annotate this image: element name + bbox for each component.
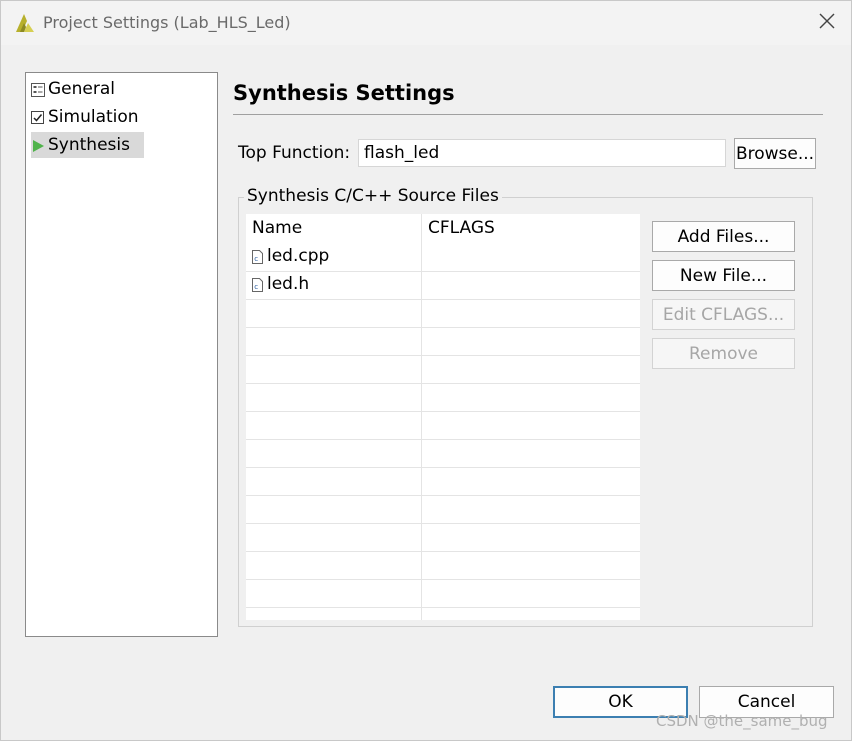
general-settings-icon xyxy=(31,82,45,97)
nav-item-label: Simulation xyxy=(48,107,139,127)
page-title: Synthesis Settings xyxy=(233,81,455,105)
settings-category-list: General Simulation Synthesis xyxy=(25,72,218,637)
project-settings-dialog: Project Settings (Lab_HLS_Led) General S… xyxy=(0,0,852,741)
nav-item-label: General xyxy=(48,79,115,99)
c-header-file-icon: c xyxy=(252,277,263,292)
table-row xyxy=(246,356,640,384)
vivado-hls-logo-icon xyxy=(14,12,36,34)
table-row xyxy=(246,580,640,608)
nav-item-synthesis[interactable]: Synthesis xyxy=(31,132,144,158)
table-row xyxy=(246,384,640,412)
checkbox-icon xyxy=(31,110,45,124)
close-icon xyxy=(819,13,835,33)
top-function-input[interactable] xyxy=(358,139,726,167)
add-files-button[interactable]: Add Files... xyxy=(652,221,795,252)
table-row xyxy=(246,496,640,524)
table-row xyxy=(246,300,640,328)
close-button[interactable] xyxy=(807,7,847,39)
table-row xyxy=(246,440,640,468)
table-row xyxy=(246,468,640,496)
new-file-button[interactable]: New File... xyxy=(652,260,795,291)
file-name: led.h xyxy=(267,274,310,294)
edit-cflags-button[interactable]: Edit CFLAGS... xyxy=(652,299,795,330)
table-row xyxy=(246,328,640,356)
file-name-cell: c led.h xyxy=(252,274,309,294)
file-name-cell: c led.cpp xyxy=(252,246,329,266)
browse-button[interactable]: Browse... xyxy=(734,138,816,169)
window-title: Project Settings (Lab_HLS_Led) xyxy=(43,13,291,32)
column-header-cflags[interactable]: CFLAGS xyxy=(428,218,495,238)
column-header-name[interactable]: Name xyxy=(252,218,302,238)
play-icon xyxy=(31,138,45,152)
svg-text:c: c xyxy=(254,255,258,263)
source-files-table: Name CFLAGS c led.cpp c led.h xyxy=(246,214,640,620)
nav-item-label: Synthesis xyxy=(48,135,130,155)
title-bar: Project Settings (Lab_HLS_Led) xyxy=(1,1,851,45)
c-source-file-icon: c xyxy=(252,249,263,264)
remove-button[interactable]: Remove xyxy=(652,338,795,369)
table-row xyxy=(246,412,640,440)
column-divider[interactable] xyxy=(421,214,422,620)
table-row[interactable]: c led.cpp xyxy=(246,244,640,272)
table-row xyxy=(246,552,640,580)
table-row[interactable]: c led.h xyxy=(246,272,640,300)
file-name: led.cpp xyxy=(267,246,330,266)
svg-text:c: c xyxy=(254,283,258,291)
nav-item-general[interactable]: General xyxy=(31,76,129,102)
source-files-group-title: Synthesis C/C++ Source Files xyxy=(244,186,502,206)
top-function-label: Top Function: xyxy=(238,143,351,163)
table-row xyxy=(246,608,640,620)
heading-divider xyxy=(233,114,823,115)
nav-item-simulation[interactable]: Simulation xyxy=(31,104,153,130)
table-row xyxy=(246,524,640,552)
watermark: CSDN @the_same_bug xyxy=(656,712,828,730)
